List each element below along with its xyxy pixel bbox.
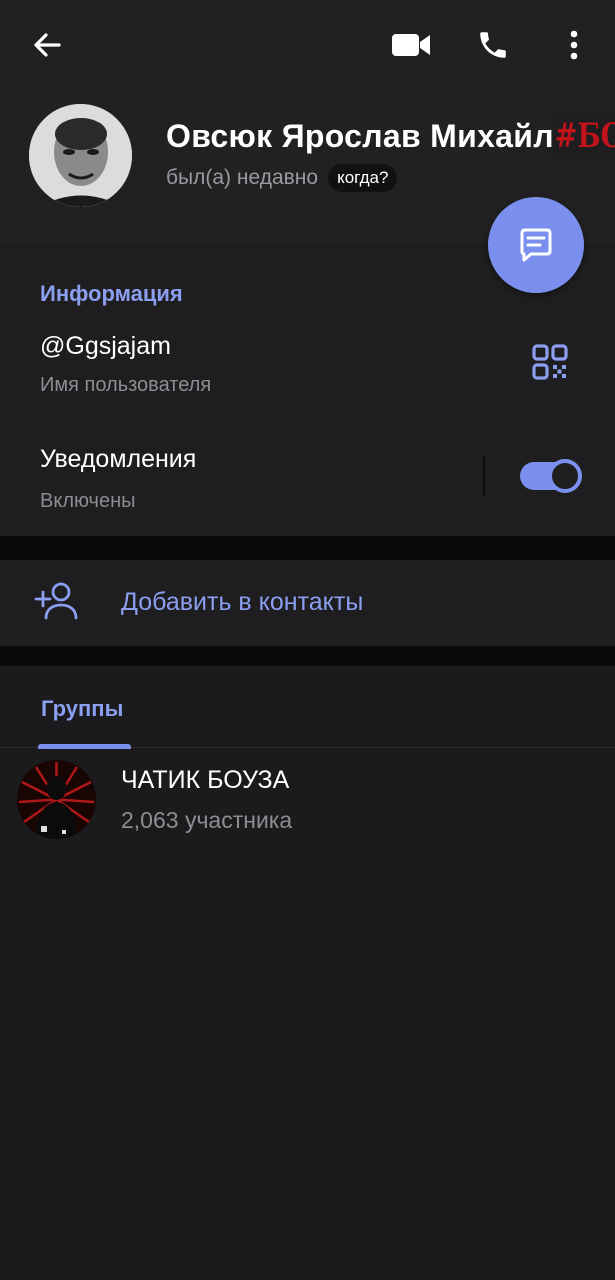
name-badge: #БОГ [553, 112, 615, 160]
tab-groups-label: Группы [41, 696, 124, 721]
add-user-icon [34, 582, 78, 620]
divider [483, 456, 485, 496]
group-name: ЧАТИК БОУЗА [121, 766, 290, 794]
username-value[interactable]: @Ggsjajam [40, 332, 171, 361]
when-chip[interactable]: когда? [328, 164, 398, 192]
more-vertical-icon [570, 30, 578, 60]
group-avatar-image [17, 760, 96, 839]
tab-indicator [38, 744, 131, 749]
qr-code-button[interactable] [532, 344, 576, 388]
groups-section: Группы ЧАТИК БОУЗА 2,063 участника [0, 666, 615, 1280]
qr-code-icon [532, 344, 568, 380]
section-divider [0, 536, 615, 560]
phone-icon [480, 32, 506, 58]
tab-groups[interactable]: Группы [38, 666, 131, 749]
add-contact-button[interactable]: Добавить в контакты [0, 560, 615, 646]
arrow-left-icon [34, 33, 61, 57]
notifications-state: Включены [40, 490, 136, 512]
profile-avatar[interactable] [29, 104, 132, 207]
notifications-toggle[interactable] [520, 459, 582, 493]
video-camera-icon [392, 34, 430, 56]
add-contact-label: Добавить в контакты [121, 588, 364, 616]
message-icon [520, 228, 552, 262]
last-seen-status: был(а) недавно когда? [166, 164, 398, 192]
toggle-knob [548, 459, 582, 493]
more-menu-button[interactable] [556, 22, 592, 68]
avatar-photo [29, 104, 132, 207]
status-text: был(а) недавно [166, 166, 319, 189]
video-call-button[interactable] [386, 22, 436, 68]
list-item[interactable]: ЧАТИК БОУЗА 2,063 участника [0, 750, 615, 846]
media-tabs: Группы [0, 666, 615, 749]
info-section-title: Информация [40, 281, 183, 306]
back-button[interactable] [22, 22, 72, 68]
group-members: 2,063 участника [121, 807, 293, 833]
group-avatar [17, 760, 96, 839]
call-button[interactable] [468, 22, 518, 68]
profile-name: Овсюк Ярослав Михайлович [166, 118, 596, 154]
username-caption: Имя пользователя [40, 374, 212, 396]
section-divider [0, 646, 615, 666]
notifications-label[interactable]: Уведомления [40, 445, 196, 474]
send-message-button[interactable] [488, 197, 584, 293]
